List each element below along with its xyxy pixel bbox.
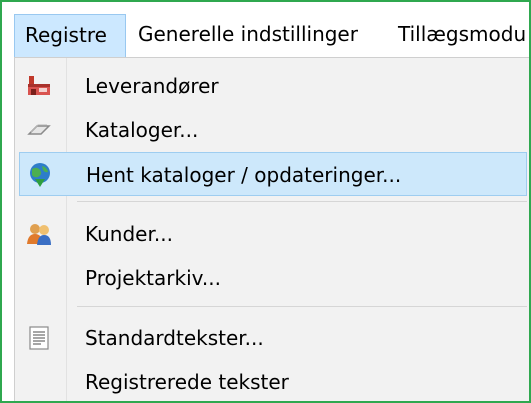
menu-item-kataloger[interactable]: Kataloger... bbox=[19, 108, 527, 152]
customers-icon bbox=[27, 224, 51, 245]
registre-dropdown: Leverandører Kataloger... Hent kataloger… bbox=[14, 57, 529, 401]
menu-item-label: Registrerede tekster bbox=[85, 370, 289, 394]
menu-item-registrerede-tekster[interactable]: Registrerede tekster bbox=[19, 360, 527, 401]
menu-item-projektarkiv[interactable]: Projektarkiv... bbox=[19, 256, 527, 300]
menu-separator bbox=[77, 306, 527, 307]
document-text-icon bbox=[29, 326, 49, 350]
window-frame: Registre Generelle indstillinger Tillægs… bbox=[0, 0, 531, 403]
menu-item-label: Leverandører bbox=[85, 74, 219, 98]
menu-item-label: Standardtekster... bbox=[85, 326, 264, 350]
menu-item-kunder[interactable]: Kunder... bbox=[19, 212, 527, 256]
menu-item-label: Hent kataloger / opdateringer... bbox=[86, 163, 402, 187]
menu-item-standardtekster[interactable]: Standardtekster... bbox=[19, 316, 527, 360]
menu-item-leverandoerer[interactable]: Leverandører bbox=[19, 64, 527, 108]
menu-generelle-indstillinger[interactable]: Generelle indstillinger bbox=[138, 12, 358, 56]
menu-separator bbox=[77, 201, 527, 202]
menu-tillaegsmoduler[interactable]: Tillægsmodu bbox=[398, 12, 526, 56]
supplier-icon bbox=[28, 76, 50, 95]
menu-item-label: Kataloger... bbox=[85, 118, 199, 142]
menu-bar: Registre Generelle indstillinger Tillægs… bbox=[2, 2, 529, 57]
menu-registre[interactable]: Registre bbox=[14, 14, 126, 57]
catalog-icon bbox=[27, 124, 51, 135]
globe-download-icon bbox=[30, 163, 50, 187]
menu-item-label: Projektarkiv... bbox=[85, 266, 221, 290]
menu-item-hent-kataloger[interactable]: Hent kataloger / opdateringer... bbox=[19, 152, 527, 196]
menu-item-label: Kunder... bbox=[85, 222, 173, 246]
